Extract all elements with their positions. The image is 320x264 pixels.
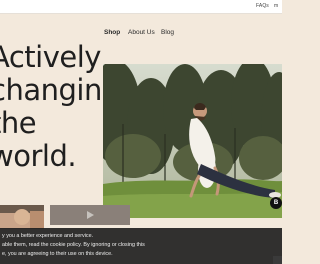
- more-link[interactable]: m: [274, 3, 278, 9]
- cookie-text: y you a better experience and service.: [2, 233, 94, 239]
- hero-line: changing: [0, 73, 120, 107]
- cookie-text: able them, read the cookie policy. By ig…: [2, 242, 145, 248]
- hero-heading: Actively changing the world.: [0, 41, 120, 173]
- video-thumbnail[interactable]: [50, 205, 130, 225]
- hero-photo: [103, 64, 282, 218]
- nav-about-us[interactable]: About Us: [128, 29, 155, 36]
- nav-shop[interactable]: Shop: [104, 29, 120, 36]
- cookie-text: e, you are agreeing to their use on this…: [2, 251, 113, 257]
- top-utility-bar: FAQs m: [0, 0, 282, 14]
- hero-line: world.: [0, 139, 77, 173]
- hero-line: Actively: [0, 40, 101, 74]
- nav-blog[interactable]: Blog: [161, 29, 174, 36]
- play-icon[interactable]: [85, 211, 95, 219]
- chat-button[interactable]: B: [270, 197, 282, 209]
- hero-line: the: [0, 106, 37, 140]
- faqs-link[interactable]: FAQs: [256, 3, 269, 9]
- cookie-accept-button[interactable]: [273, 256, 282, 264]
- cookie-banner: y you a better experience and service. a…: [0, 228, 282, 264]
- product-card-image[interactable]: [0, 205, 44, 229]
